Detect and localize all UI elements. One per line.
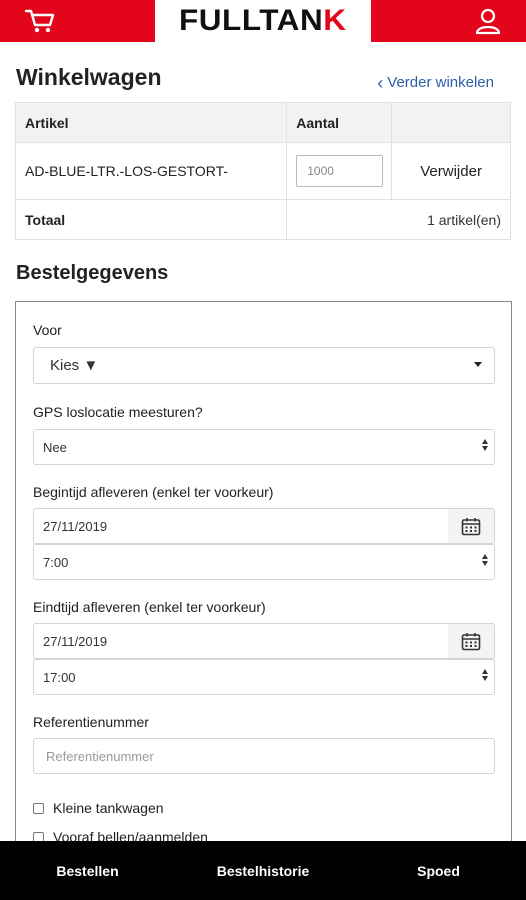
account-button[interactable] [472,5,504,37]
select-arrows-icon [482,439,488,451]
nav-order-history[interactable]: Bestelhistorie [175,841,351,900]
calendar-icon [461,632,481,650]
for-select[interactable]: Kies ▼ [33,347,495,384]
table-row: AD-BLUE-LTR.-LOS-GESTORT- Verwijder [14,142,511,200]
table-header-row: Artikel Aantal [14,102,511,143]
article-name: AD-BLUE-LTR.-LOS-GESTORT- [14,142,288,200]
start-time-select[interactable]: 7:00 [33,544,495,580]
cart-icon [24,9,55,33]
chevron-left-icon: ‹ [377,72,384,93]
nav-urgent[interactable]: Spoed [351,841,526,900]
for-label: Voor [33,322,62,338]
calendar-icon [461,517,481,535]
user-icon [475,8,501,35]
end-time-label: Eindtijd afleveren (enkel ter voorkeur) [33,599,266,615]
order-details-form: Voor Kies ▼ GPS loslocatie meesturen? Ne… [15,301,512,861]
select-arrows-icon [482,669,488,681]
quantity-input[interactable] [296,155,384,187]
fulltank-logo[interactable]: FULLTANK [155,0,371,42]
cart-button[interactable] [22,6,58,36]
cart-table: Artikel Aantal AD-BLUE-LTR.-LOS-GESTORT-… [14,102,511,240]
order-details-title: Bestelgegevens [16,262,169,284]
select-arrows-icon [482,554,488,566]
gps-select[interactable]: Nee [33,429,495,465]
start-time-label: Begintijd afleveren (enkel ter voorkeur) [33,484,274,500]
remove-button[interactable]: Verwijder [420,163,482,180]
bottom-navigation: Bestellen Bestelhistorie Spoed [0,841,526,900]
start-date-input[interactable]: 27/11/2019 [33,508,449,544]
column-header-article: Artikel [14,102,288,143]
reference-input[interactable]: Referentienummer [33,738,495,774]
end-time-select[interactable]: 17:00 [33,659,495,695]
nav-order[interactable]: Bestellen [0,841,175,900]
small-tanker-checkbox[interactable] [33,802,44,814]
total-label: Totaal [14,199,288,240]
small-tanker-option[interactable]: Kleine tankwagen [33,800,164,816]
continue-shopping-link[interactable]: ‹ Verder winkelen [377,72,494,93]
page-title: Winkelwagen [16,64,162,90]
column-header-actions [391,102,511,143]
total-value: 1 artikel(en) [286,199,511,240]
end-date-input[interactable]: 27/11/2019 [33,623,449,659]
app-header: FULLTANK [0,0,526,42]
column-header-quantity: Aantal [286,102,393,143]
end-date-calendar-button[interactable] [448,623,495,659]
caret-down-icon [474,362,482,367]
gps-label: GPS loslocatie meesturen? [33,404,203,420]
reference-label: Referentienummer [33,714,149,730]
start-date-calendar-button[interactable] [448,508,495,544]
total-row: Totaal 1 artikel(en) [14,199,511,240]
